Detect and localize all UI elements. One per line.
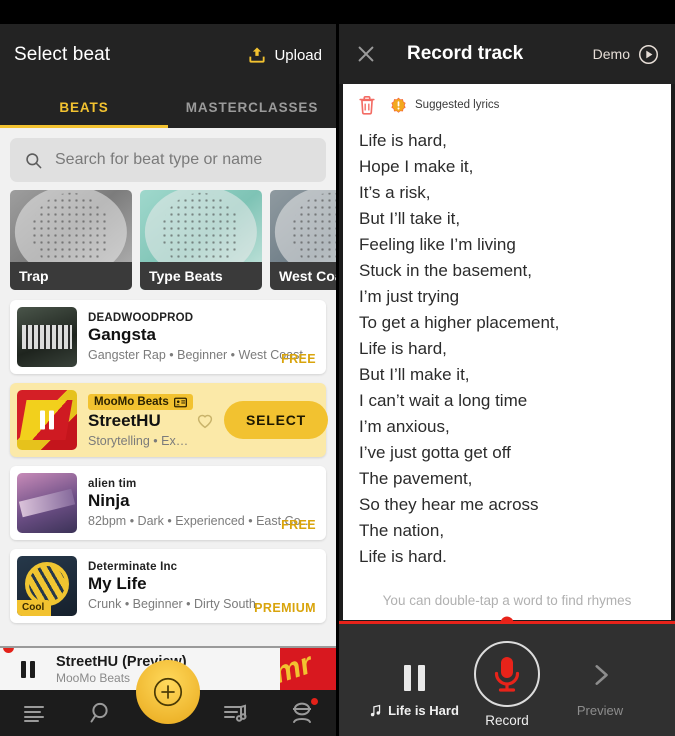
playing-track-title: Life is Hard xyxy=(388,703,459,718)
beat-artwork xyxy=(17,390,77,450)
category-tile-trap[interactable]: Trap xyxy=(10,190,132,290)
record-track-header: Record track Demo xyxy=(339,24,675,84)
beat-title: Gangsta xyxy=(88,325,157,344)
app-screenshot: Select beat Upload BEATS MASTERCLASSES S… xyxy=(0,0,675,736)
select-beat-header: Select beat Upload xyxy=(0,24,336,86)
lyrics-text[interactable]: Life is hard, Hope I make it, It’s a ris… xyxy=(343,120,671,583)
chevron-right-icon xyxy=(595,665,608,685)
upload-icon xyxy=(249,47,266,63)
beat-artist: DEADWOODPROD xyxy=(88,312,194,324)
microphone-icon xyxy=(494,657,520,692)
beat-info: MooMo Beats StreetHU Storytelling • Expe… xyxy=(77,392,194,448)
tab-masterclasses-label: MASTERCLASSES xyxy=(185,99,319,115)
beat-title: StreetHU xyxy=(88,411,161,430)
search-box[interactable] xyxy=(10,138,326,182)
tab-beats-label: BEATS xyxy=(59,99,109,115)
beat-price-badge: PREMIUM xyxy=(254,601,316,615)
promo-banner-text: mr xyxy=(280,648,317,690)
demo-button[interactable]: Demo xyxy=(593,44,659,65)
page-title: Record track xyxy=(407,43,524,64)
beat-row-my-life[interactable]: Cool Determinate Inc My Life Crunk • Beg… xyxy=(10,549,326,623)
nav-item-feed[interactable] xyxy=(0,690,67,736)
category-tile-west-coast[interactable]: West Coast xyxy=(270,190,336,290)
beat-artwork xyxy=(17,473,77,533)
recording-dot-indicator xyxy=(3,648,14,653)
upload-button[interactable]: Upload xyxy=(247,45,322,65)
beat-row-streethu[interactable]: MooMo Beats StreetHU Storytelling • Expe… xyxy=(10,383,328,457)
category-tile-type-beats[interactable]: Type Beats xyxy=(140,190,262,290)
beat-list-body: Trap Type Beats West Coast xyxy=(0,128,336,736)
rhyme-hint-text: You can double-tap a word to find rhymes xyxy=(382,593,632,608)
beat-artist-badge: MooMo Beats xyxy=(88,394,193,410)
mini-player-pause-button[interactable] xyxy=(0,660,56,678)
beat-meta: Storytelling • Experien… xyxy=(88,434,194,448)
select-button[interactable]: SELECT xyxy=(223,401,328,439)
search-input[interactable] xyxy=(55,151,312,169)
beat-playback-control[interactable]: Life is Hard xyxy=(339,665,489,718)
magnifier-icon xyxy=(90,702,108,723)
page-title: Select beat xyxy=(14,44,111,65)
beat-artwork: Cool xyxy=(17,556,77,616)
close-x-icon[interactable] xyxy=(355,43,377,65)
nav-item-search[interactable] xyxy=(67,690,134,736)
beat-artist: Determinate Inc xyxy=(88,561,178,573)
category-carousel[interactable]: Trap Type Beats West Coast xyxy=(0,190,336,290)
category-label: Trap xyxy=(10,262,132,290)
exclamation-badge-icon xyxy=(391,97,406,113)
beat-artist: alien tim xyxy=(88,478,137,490)
upload-label: Upload xyxy=(274,46,322,64)
beat-price-badge: FREE xyxy=(281,518,316,532)
category-label: Type Beats xyxy=(140,262,262,290)
beat-title: My Life xyxy=(88,574,147,593)
record-controls-bar: Life is Hard Record Preview xyxy=(339,624,675,736)
tab-masterclasses[interactable]: MASTERCLASSES xyxy=(168,86,336,128)
pause-icon xyxy=(339,665,489,691)
chevron-wrap xyxy=(525,662,675,693)
beat-artist: MooMo Beats xyxy=(94,396,169,408)
tab-beats[interactable]: BEATS xyxy=(0,86,168,128)
beat-row-ninja[interactable]: alien tim Ninja 82bpm • Dark • Experienc… xyxy=(10,466,326,540)
pause-icon[interactable] xyxy=(40,410,54,430)
search-section xyxy=(0,128,336,190)
trash-icon[interactable] xyxy=(357,94,377,116)
verified-card-icon xyxy=(173,397,187,407)
nav-item-playlist[interactable] xyxy=(202,690,269,736)
playing-track-label: Life is Hard xyxy=(339,703,489,718)
promo-banner[interactable]: mr xyxy=(280,648,336,690)
play-circle-icon xyxy=(639,44,658,64)
playlist-note-icon xyxy=(224,704,247,722)
music-note-icon xyxy=(370,704,381,717)
profile-notification-dot xyxy=(311,698,319,705)
bottom-navigation xyxy=(0,660,336,736)
preview-button-label: Preview xyxy=(576,703,624,718)
select-beat-panel: Select beat Upload BEATS MASTERCLASSES S… xyxy=(0,24,336,736)
beat-row-gangsta[interactable]: DEADWOODPROD Gangsta Gangster Rap • Begi… xyxy=(10,300,326,374)
beat-artwork xyxy=(17,307,77,367)
beat-tag-badge: Cool xyxy=(17,600,52,616)
beat-price-badge: FREE xyxy=(281,352,316,366)
beat-list: DEADWOODPROD Gangsta Gangster Rap • Begi… xyxy=(0,290,336,623)
suggested-lyrics-label: Suggested lyrics xyxy=(415,99,500,111)
plus-circle-icon xyxy=(153,677,183,707)
create-fab-button[interactable] xyxy=(136,660,200,724)
search-icon xyxy=(26,152,42,168)
lyrics-toolbar: Suggested lyrics xyxy=(343,84,671,120)
record-track-panel: Record track Demo Suggested lyrics Life … xyxy=(339,24,675,736)
beat-tabs: BEATS MASTERCLASSES xyxy=(0,86,336,128)
lyrics-editor-card: Suggested lyrics Life is hard, Hope I ma… xyxy=(343,84,671,620)
nav-item-profile[interactable] xyxy=(269,690,336,736)
heart-outline-icon[interactable] xyxy=(194,409,216,431)
demo-label: Demo xyxy=(592,46,630,62)
suggested-lyrics-button[interactable]: Suggested lyrics xyxy=(390,97,499,114)
category-label: West Coast xyxy=(270,262,336,290)
list-lines-icon xyxy=(23,706,44,722)
beat-title: Ninja xyxy=(88,491,130,510)
preview-button[interactable]: Preview xyxy=(525,662,675,718)
